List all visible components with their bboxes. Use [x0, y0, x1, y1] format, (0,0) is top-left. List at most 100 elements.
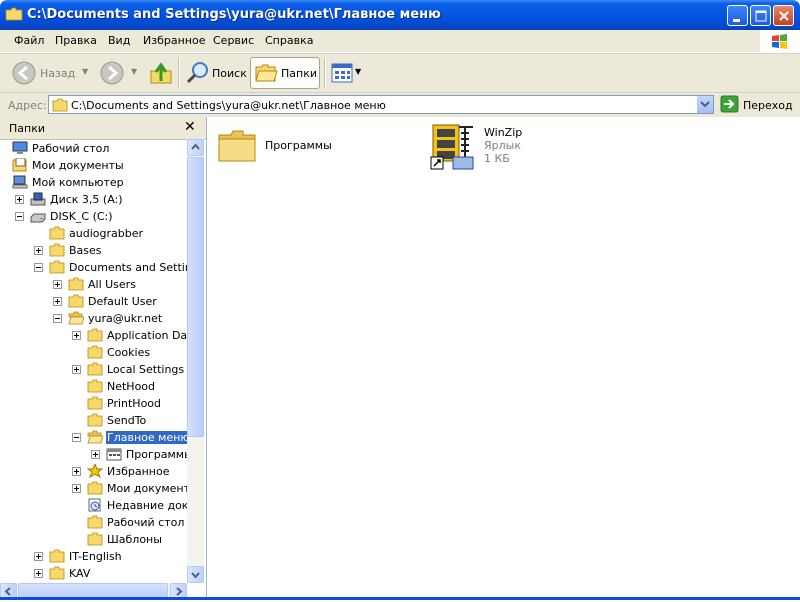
expand-icon[interactable] [72, 484, 81, 493]
file-item-programs[interactable]: Программы [217, 127, 347, 167]
tree-item[interactable]: Local Settings [0, 361, 187, 378]
close-button[interactable] [773, 5, 794, 26]
menu-help[interactable]: Справка [265, 34, 313, 47]
address-input[interactable]: C:\Documents and Settings\yura@ukr.net\Г… [48, 95, 714, 114]
scroll-down-button[interactable] [187, 566, 204, 583]
expand-icon[interactable] [72, 365, 81, 374]
expand-icon[interactable] [34, 569, 43, 578]
folder-icon [87, 362, 103, 376]
tree-item[interactable]: Главное меню [0, 429, 187, 446]
my-documents-icon [12, 158, 27, 172]
toolbar: Назад ▼ ▼ Поиск Папки ▼ [0, 53, 800, 93]
menu-edit[interactable]: Правка [55, 34, 97, 47]
tree-item-label: SendTo [107, 414, 147, 427]
tree-item[interactable]: Documents and Settings [0, 259, 187, 276]
tree-item-label: Рабочий стол [107, 516, 185, 529]
folder-icon [87, 379, 103, 393]
expand-icon[interactable] [53, 280, 62, 289]
tree-item-label: Мои документы [107, 482, 187, 495]
vertical-scrollbar[interactable] [187, 139, 204, 583]
address-value: C:\Documents and Settings\yura@ukr.net\Г… [71, 99, 386, 112]
folders-button[interactable]: Папки [250, 57, 320, 89]
tree-item[interactable]: Диск 3,5 (A:) [0, 191, 187, 208]
title-bar[interactable]: C:\Documents and Settings\yura@ukr.net\Г… [0, 0, 800, 30]
tree-item[interactable]: Bases [0, 242, 187, 259]
tree-item[interactable]: NetHood [0, 378, 187, 395]
scroll-up-button[interactable] [187, 139, 204, 156]
file-item-winzip[interactable]: WinZip Ярлык 1 КБ [429, 123, 549, 173]
tree-item[interactable]: PrintHood [0, 395, 187, 412]
views-dropdown-icon[interactable]: ▼ [355, 67, 361, 76]
menu-favorites[interactable]: Избранное [143, 34, 205, 47]
tree-item[interactable]: audiograbber [0, 225, 187, 242]
tree-item[interactable]: Мои документы [0, 480, 187, 497]
folder-icon [49, 549, 65, 563]
collapse-icon[interactable] [15, 212, 24, 221]
search-button[interactable]: Поиск [183, 57, 247, 89]
tree-item[interactable]: Default User [0, 293, 187, 310]
collapse-icon[interactable] [72, 433, 81, 442]
tree-item[interactable]: Рабочий стол [0, 140, 187, 157]
expand-icon[interactable] [91, 450, 100, 459]
scroll-thumb[interactable] [187, 157, 204, 437]
tree-item-label: Application Data [107, 329, 187, 342]
tree-item-label: Мои документы [32, 159, 124, 172]
tree-item[interactable]: Недавние докум [0, 497, 187, 514]
back-button[interactable]: Назад ▼ [10, 57, 90, 89]
views-button[interactable]: ▼ [328, 57, 364, 89]
maximize-button[interactable] [750, 5, 771, 26]
maximize-icon [755, 10, 767, 22]
tree-item[interactable]: Программы [0, 446, 187, 463]
tree-item[interactable]: Рабочий стол [0, 514, 187, 531]
back-dropdown-icon[interactable]: ▼ [82, 67, 88, 76]
expand-icon[interactable] [15, 195, 24, 204]
folder-icon [68, 277, 84, 291]
menu-view[interactable]: Вид [108, 34, 130, 47]
menu-file[interactable]: Файл [14, 34, 44, 47]
tree-item-label: Documents and Settings [69, 261, 187, 274]
go-button[interactable]: Переход [718, 95, 798, 115]
address-dropdown-button[interactable] [696, 96, 713, 113]
tree-item[interactable]: Мои документы [0, 157, 187, 174]
close-icon [779, 11, 789, 21]
tree-item[interactable]: Шаблоны [0, 531, 187, 548]
chevron-up-icon [191, 143, 200, 150]
tree-item[interactable]: Cookies [0, 344, 187, 361]
expand-icon[interactable] [72, 331, 81, 340]
tree-item[interactable]: IT-English [0, 548, 187, 565]
tree-item[interactable]: SendTo [0, 412, 187, 429]
collapse-icon[interactable] [53, 314, 62, 323]
expand-icon[interactable] [53, 297, 62, 306]
expand-icon[interactable] [72, 467, 81, 476]
tree-item-label: audiograbber [69, 227, 143, 240]
tree-item[interactable]: DISK_C (C:) [0, 208, 187, 225]
close-pane-icon[interactable]: ✕ [184, 119, 196, 135]
up-folder-button[interactable] [148, 57, 174, 89]
expand-icon[interactable] [34, 246, 43, 255]
tree-item-label: IT-English [69, 550, 122, 563]
chevron-down-icon [191, 572, 200, 579]
minimize-button[interactable] [727, 5, 748, 26]
favorites-star-icon [87, 464, 103, 478]
tree-item[interactable]: KAV [0, 565, 187, 582]
tree-item[interactable]: Избранное [0, 463, 187, 480]
folder-icon [52, 98, 68, 112]
tree-item-label: All Users [88, 278, 136, 291]
expand-icon[interactable] [34, 552, 43, 561]
programs-icon [106, 448, 122, 461]
collapse-icon[interactable] [34, 263, 43, 272]
menu-bar: Файл Правка Вид Избранное Сервис Справка [0, 30, 800, 53]
tree-item-label: DISK_C (C:) [50, 210, 113, 223]
recent-documents-icon [88, 498, 101, 512]
tree-item[interactable]: Мой компьютер [0, 174, 187, 191]
folder-open-icon [68, 311, 84, 325]
file-size: 1 КБ [484, 152, 510, 165]
file-type: Ярлык [484, 139, 521, 152]
tree-item[interactable]: yura@ukr.net [0, 310, 187, 327]
forward-dropdown-icon[interactable]: ▼ [131, 67, 137, 76]
menu-tools[interactable]: Сервис [213, 34, 254, 47]
forward-button[interactable]: ▼ [98, 57, 142, 89]
tree-item[interactable]: All Users [0, 276, 187, 293]
file-name: WinZip [484, 126, 523, 139]
tree-item[interactable]: Application Data [0, 327, 187, 344]
